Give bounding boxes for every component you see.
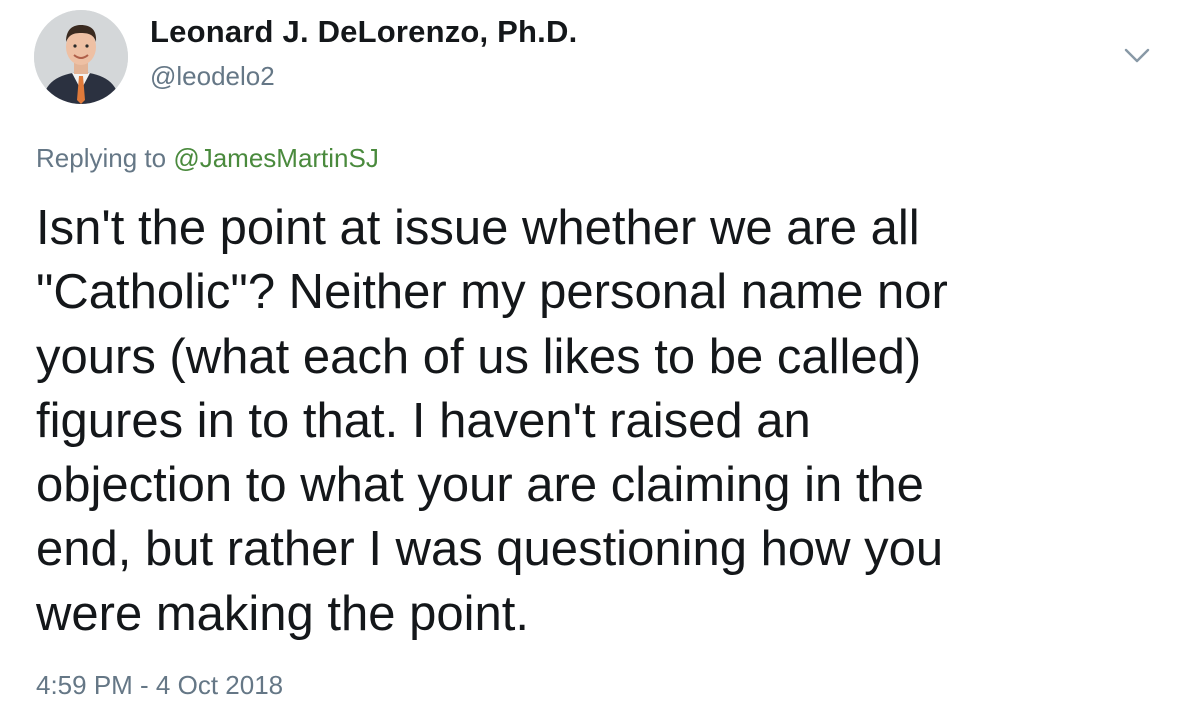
tweet-text: Isn't the point at issue whether we are … xyxy=(36,196,1146,646)
avatar[interactable] xyxy=(34,10,128,104)
tweet-line: objection to what your are claiming in t… xyxy=(36,458,924,513)
avatar-photo xyxy=(34,10,128,104)
reply-mention-link[interactable]: @JamesMartinSJ xyxy=(173,143,379,173)
tweet-line: end, but rather I was questioning how yo… xyxy=(36,522,944,577)
tweet-line: "Catholic"? Neither my personal name nor xyxy=(36,265,948,320)
display-name[interactable]: Leonard J. DeLorenzo, Ph.D. xyxy=(150,14,577,50)
tweet-line: yours (what each of us likes to be calle… xyxy=(36,329,922,384)
tweet-timestamp[interactable]: 4:59 PM - 4 Oct 2018 xyxy=(36,670,283,701)
tweet-line: Isn't the point at issue whether we are … xyxy=(36,201,920,255)
tweet-card: Leonard J. DeLorenzo, Ph.D. @leodelo2 Re… xyxy=(0,0,1198,716)
replying-to: Replying to @JamesMartinSJ xyxy=(36,143,379,174)
user-handle[interactable]: @leodelo2 xyxy=(150,61,275,92)
replying-to-label: Replying to xyxy=(36,143,167,173)
tweet-line: were making the point. xyxy=(36,586,529,641)
chevron-down-icon[interactable] xyxy=(1122,44,1152,68)
tweet-line: figures in to that. I haven't raised an xyxy=(36,393,811,448)
